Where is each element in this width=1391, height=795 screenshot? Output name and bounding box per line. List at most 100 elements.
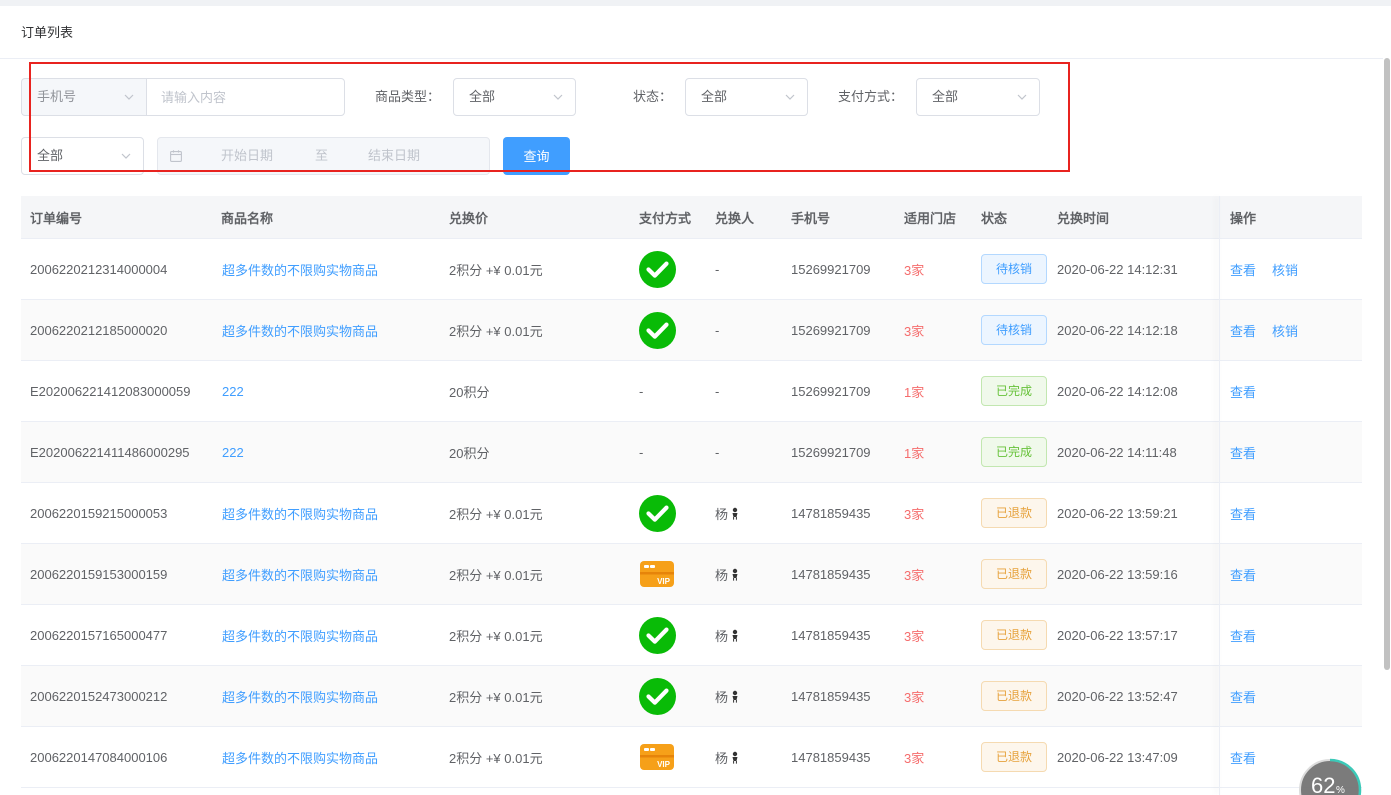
exchange-time-cell: 2020-06-22 14:12:31 <box>1047 239 1207 299</box>
redeemer-name: 杨 <box>715 567 729 583</box>
product-name-link[interactable]: 超多件数的不限购实物商品 <box>222 504 378 523</box>
phone-number: 14781859435 <box>791 566 871 582</box>
redeemer-name: 杨 <box>715 628 729 644</box>
status-cell: 待核销 <box>971 239 1047 299</box>
product-name-cell: 超多件数的不限购实物商品 <box>211 544 439 604</box>
order-number-cell: 2006220212314000004 <box>21 239 211 299</box>
small-figure-emoji-icon <box>732 751 738 764</box>
vip-card-icon: VIP <box>640 561 674 587</box>
product-name-cell: 超多件数的不限购实物商品 <box>211 605 439 665</box>
applicable-stores: 3家 <box>904 506 925 522</box>
vertical-scrollbar-thumb[interactable] <box>1384 58 1390 670</box>
exchange-time: 2020-06-22 13:47:09 <box>1057 749 1178 765</box>
stores-cell: 3家 <box>895 239 971 299</box>
exchange-time: 2020-06-22 13:59:16 <box>1057 566 1178 582</box>
search-input[interactable] <box>146 78 345 116</box>
phone-cell: 14781859435 <box>781 666 895 726</box>
product-name-cell: 超多件数的不限购实物商品 <box>211 483 439 543</box>
redeemer-cell: - <box>705 422 781 482</box>
secondary-filter-select[interactable]: 全部 <box>21 137 144 175</box>
hidden-column-cell <box>1207 483 1219 543</box>
actions-cell: 查看 <box>1219 422 1362 482</box>
phone-cell: 15269921709 <box>781 239 895 299</box>
view-action-link[interactable]: 查看 <box>1230 443 1256 462</box>
redeemer-name: - <box>715 444 720 460</box>
order-number: 2006220152473000212 <box>30 688 168 704</box>
product-name-link[interactable]: 222 <box>222 384 244 399</box>
status-tag: 已退款 <box>981 742 1047 772</box>
order-number-cell: 2006220147084000106 <box>21 727 211 787</box>
search-type-select[interactable]: 手机号 <box>21 78 147 116</box>
chevron-down-icon <box>785 94 795 100</box>
status-select[interactable]: 全部 <box>685 78 808 116</box>
hidden-column-cell <box>1207 544 1219 604</box>
product-name-link[interactable]: 超多件数的不限购实物商品 <box>222 565 378 584</box>
wechat-pay-icon <box>639 616 676 654</box>
column-header-phone: 手机号 <box>791 210 831 226</box>
table-body: 2006220212314000004 超多件数的不限购实物商品 2积分 +¥ 0.… <box>21 239 1362 788</box>
product-name-link[interactable]: 超多件数的不限购实物商品 <box>222 687 378 706</box>
stores-cell: 3家 <box>895 727 971 787</box>
order-number-cell: E202006221412083000059 <box>21 361 211 421</box>
table-row: 2006220159215000053 超多件数的不限购实物商品 2积分 +¥ 0.… <box>21 483 1362 544</box>
hidden-column-cell <box>1207 422 1219 482</box>
column-header-product-name: 商品名称 <box>221 210 274 226</box>
hidden-column-cell <box>1207 239 1219 299</box>
view-action-link[interactable]: 查看 <box>1230 504 1256 523</box>
payment-method-cell: - <box>629 422 705 482</box>
order-number-cell: 2006220159153000159 <box>21 544 211 604</box>
exchange-price: 2积分 +¥ 0.01元 <box>449 506 543 522</box>
column-header-exchange-time: 兑换时间 <box>1057 210 1110 226</box>
redeemer-cell: 杨 <box>705 483 781 543</box>
table-row: 2006220212314000004 超多件数的不限购实物商品 2积分 +¥ 0.… <box>21 239 1362 300</box>
view-action-link[interactable]: 查看 <box>1230 260 1256 279</box>
order-number: 2006220212185000020 <box>30 322 168 338</box>
actions-cell: 查看 <box>1219 605 1362 665</box>
price-cell: 20积分 <box>439 422 629 482</box>
status-cell: 已退款 <box>971 666 1047 726</box>
column-header-redeemer: 兑换人 <box>715 210 755 226</box>
product-name-link[interactable]: 222 <box>222 445 244 460</box>
view-action-link[interactable]: 查看 <box>1230 565 1256 584</box>
wechat-pay-icon <box>639 311 676 349</box>
product-name-link[interactable]: 超多件数的不限购实物商品 <box>222 321 378 340</box>
product-name-link[interactable]: 超多件数的不限购实物商品 <box>222 748 378 767</box>
price-cell: 2积分 +¥ 0.01元 <box>439 727 629 787</box>
column-header-stores: 适用门店 <box>904 210 957 226</box>
stores-cell: 3家 <box>895 544 971 604</box>
payment-method-label: 支付方式： <box>838 89 904 104</box>
view-action-link[interactable]: 查看 <box>1230 321 1256 340</box>
phone-cell: 14781859435 <box>781 605 895 665</box>
calendar-icon <box>170 150 182 162</box>
product-type-select[interactable]: 全部 <box>453 78 576 116</box>
query-button[interactable]: 查询 <box>503 137 570 175</box>
order-number-cell: 2006220212185000020 <box>21 300 211 360</box>
exchange-price: 2积分 +¥ 0.01元 <box>449 689 543 705</box>
status-tag: 待核销 <box>981 254 1047 284</box>
redeemer-name: 杨 <box>715 689 729 705</box>
view-action-link[interactable]: 查看 <box>1230 382 1256 401</box>
view-action-link[interactable]: 查看 <box>1230 748 1256 767</box>
redeemer-cell: 杨 <box>705 544 781 604</box>
start-date-input[interactable]: 开始日期 <box>221 138 273 174</box>
price-cell: 2积分 +¥ 0.01元 <box>439 483 629 543</box>
redeemer-cell: 杨 <box>705 727 781 787</box>
payment-method-value: 全部 <box>932 89 959 104</box>
product-name-link[interactable]: 超多件数的不限购实物商品 <box>222 260 378 279</box>
verify-action-link[interactable]: 核销 <box>1272 260 1298 279</box>
stores-cell: 1家 <box>895 422 971 482</box>
column-header-hidden <box>1207 196 1219 238</box>
view-action-link[interactable]: 查看 <box>1230 626 1256 645</box>
date-range-picker[interactable]: 开始日期 至 结束日期 <box>157 137 490 175</box>
redeemer-cell: - <box>705 361 781 421</box>
payment-method-select[interactable]: 全部 <box>916 78 1040 116</box>
table-row: 2006220159153000159 超多件数的不限购实物商品 2积分 +¥ 0.… <box>21 544 1362 605</box>
exchange-price: 2积分 +¥ 0.01元 <box>449 750 543 766</box>
end-date-input[interactable]: 结束日期 <box>368 138 420 174</box>
product-name-link[interactable]: 超多件数的不限购实物商品 <box>222 626 378 645</box>
exchange-time-cell: 2020-06-22 13:57:17 <box>1047 605 1207 665</box>
verify-action-link[interactable]: 核销 <box>1272 321 1298 340</box>
small-figure-emoji-icon <box>732 568 738 581</box>
order-number: 2006220159153000159 <box>30 566 168 582</box>
view-action-link[interactable]: 查看 <box>1230 687 1256 706</box>
